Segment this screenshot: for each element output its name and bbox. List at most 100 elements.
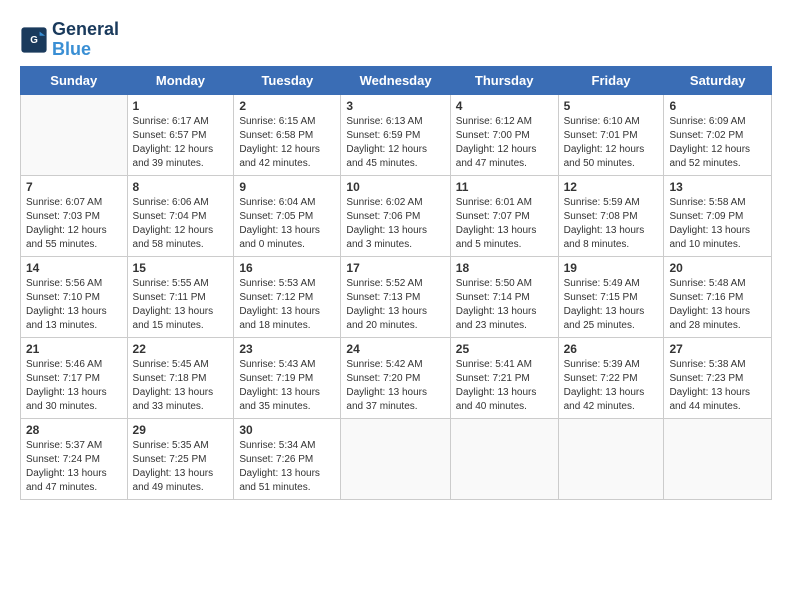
calendar-cell: 30 Sunrise: 5:34 AM Sunset: 7:26 PM Dayli… [234, 418, 341, 499]
week-row-4: 21 Sunrise: 5:46 AM Sunset: 7:17 PM Dayli… [21, 337, 772, 418]
calendar-cell [558, 418, 664, 499]
day-info: Sunrise: 6:04 AM Sunset: 7:05 PM Dayligh… [239, 196, 335, 252]
day-number: 4 [456, 99, 553, 113]
day-number: 12 [564, 180, 659, 194]
day-number: 6 [669, 99, 766, 113]
calendar-cell: 11 Sunrise: 6:01 AM Sunset: 7:07 PM Dayli… [450, 175, 558, 256]
day-number: 27 [669, 342, 766, 356]
calendar-cell [341, 418, 450, 499]
weekday-header-thursday: Thursday [450, 66, 558, 94]
day-info: Sunrise: 5:45 AM Sunset: 7:18 PM Dayligh… [133, 358, 229, 414]
calendar-cell: 15 Sunrise: 5:55 AM Sunset: 7:11 PM Dayli… [127, 256, 234, 337]
day-info: Sunrise: 5:53 AM Sunset: 7:12 PM Dayligh… [239, 277, 335, 333]
calendar-cell: 21 Sunrise: 5:46 AM Sunset: 7:17 PM Dayli… [21, 337, 128, 418]
calendar-cell: 3 Sunrise: 6:13 AM Sunset: 6:59 PM Daylig… [341, 94, 450, 175]
day-number: 11 [456, 180, 553, 194]
calendar-cell [450, 418, 558, 499]
calendar-cell: 26 Sunrise: 5:39 AM Sunset: 7:22 PM Dayli… [558, 337, 664, 418]
day-info: Sunrise: 5:46 AM Sunset: 7:17 PM Dayligh… [26, 358, 122, 414]
calendar-cell: 27Sunrise: 5:38 AM Sunset: 7:23 PM Dayli… [664, 337, 772, 418]
calendar-cell: 23 Sunrise: 5:43 AM Sunset: 7:19 PM Dayli… [234, 337, 341, 418]
calendar-cell: 22 Sunrise: 5:45 AM Sunset: 7:18 PM Dayli… [127, 337, 234, 418]
day-number: 5 [564, 99, 659, 113]
weekday-header-sunday: Sunday [21, 66, 128, 94]
day-number: 28 [26, 423, 122, 437]
day-info: Sunrise: 5:37 AM Sunset: 7:24 PM Dayligh… [26, 439, 122, 495]
day-info: Sunrise: 5:48 AM Sunset: 7:16 PM Dayligh… [669, 277, 766, 333]
week-row-3: 14 Sunrise: 5:56 AM Sunset: 7:10 PM Dayli… [21, 256, 772, 337]
calendar-cell: 17 Sunrise: 5:52 AM Sunset: 7:13 PM Dayli… [341, 256, 450, 337]
day-number: 21 [26, 342, 122, 356]
weekday-header-wednesday: Wednesday [341, 66, 450, 94]
calendar-cell: 5 Sunrise: 6:10 AM Sunset: 7:01 PM Daylig… [558, 94, 664, 175]
weekday-header-row: SundayMondayTuesdayWednesdayThursdayFrid… [21, 66, 772, 94]
calendar-cell: 20 Sunrise: 5:48 AM Sunset: 7:16 PM Dayli… [664, 256, 772, 337]
day-number: 2 [239, 99, 335, 113]
day-info: Sunrise: 6:06 AM Sunset: 7:04 PM Dayligh… [133, 196, 229, 252]
calendar-cell: 24 Sunrise: 5:42 AM Sunset: 7:20 PM Dayli… [341, 337, 450, 418]
weekday-header-monday: Monday [127, 66, 234, 94]
day-info: Sunrise: 5:58 AM Sunset: 7:09 PM Dayligh… [669, 196, 766, 252]
week-row-5: 28 Sunrise: 5:37 AM Sunset: 7:24 PM Dayli… [21, 418, 772, 499]
day-number: 26 [564, 342, 659, 356]
day-number: 8 [133, 180, 229, 194]
day-number: 24 [346, 342, 444, 356]
day-number: 3 [346, 99, 444, 113]
calendar-table: SundayMondayTuesdayWednesdayThursdayFrid… [20, 66, 772, 500]
day-info: Sunrise: 5:52 AM Sunset: 7:13 PM Dayligh… [346, 277, 444, 333]
calendar-cell: 1 Sunrise: 6:17 AM Sunset: 6:57 PM Daylig… [127, 94, 234, 175]
day-info: Sunrise: 6:12 AM Sunset: 7:00 PM Dayligh… [456, 115, 553, 171]
day-info: Sunrise: 6:17 AM Sunset: 6:57 PM Dayligh… [133, 115, 229, 171]
calendar-cell [21, 94, 128, 175]
day-info: Sunrise: 5:43 AM Sunset: 7:19 PM Dayligh… [239, 358, 335, 414]
day-number: 13 [669, 180, 766, 194]
day-number: 15 [133, 261, 229, 275]
calendar-cell: 19Sunrise: 5:49 AM Sunset: 7:15 PM Dayli… [558, 256, 664, 337]
day-number: 9 [239, 180, 335, 194]
day-number: 10 [346, 180, 444, 194]
calendar-cell: 14 Sunrise: 5:56 AM Sunset: 7:10 PM Dayli… [21, 256, 128, 337]
calendar-cell: 18 Sunrise: 5:50 AM Sunset: 7:14 PM Dayli… [450, 256, 558, 337]
day-info: Sunrise: 5:42 AM Sunset: 7:20 PM Dayligh… [346, 358, 444, 414]
day-info: Sunrise: 6:10 AM Sunset: 7:01 PM Dayligh… [564, 115, 659, 171]
calendar-cell: 8 Sunrise: 6:06 AM Sunset: 7:04 PM Daylig… [127, 175, 234, 256]
calendar-cell: 12 Sunrise: 5:59 AM Sunset: 7:08 PM Dayli… [558, 175, 664, 256]
calendar-cell: 6 Sunrise: 6:09 AM Sunset: 7:02 PM Daylig… [664, 94, 772, 175]
calendar-cell: 29Sunrise: 5:35 AM Sunset: 7:25 PM Dayli… [127, 418, 234, 499]
weekday-header-tuesday: Tuesday [234, 66, 341, 94]
day-number: 30 [239, 423, 335, 437]
day-info: Sunrise: 6:01 AM Sunset: 7:07 PM Dayligh… [456, 196, 553, 252]
logo-text: General Blue [52, 20, 119, 60]
day-info: Sunrise: 6:09 AM Sunset: 7:02 PM Dayligh… [669, 115, 766, 171]
day-info: Sunrise: 5:55 AM Sunset: 7:11 PM Dayligh… [133, 277, 229, 333]
day-number: 1 [133, 99, 229, 113]
weekday-header-saturday: Saturday [664, 66, 772, 94]
day-number: 14 [26, 261, 122, 275]
day-number: 7 [26, 180, 122, 194]
calendar-cell: 28 Sunrise: 5:37 AM Sunset: 7:24 PM Dayli… [21, 418, 128, 499]
day-info: Sunrise: 6:15 AM Sunset: 6:58 PM Dayligh… [239, 115, 335, 171]
weekday-header-friday: Friday [558, 66, 664, 94]
day-info: Sunrise: 5:56 AM Sunset: 7:10 PM Dayligh… [26, 277, 122, 333]
day-info: Sunrise: 5:34 AM Sunset: 7:26 PM Dayligh… [239, 439, 335, 495]
day-number: 18 [456, 261, 553, 275]
day-number: 22 [133, 342, 229, 356]
calendar-cell: 16Sunrise: 5:53 AM Sunset: 7:12 PM Dayli… [234, 256, 341, 337]
day-number: 23 [239, 342, 335, 356]
week-row-1: 1 Sunrise: 6:17 AM Sunset: 6:57 PM Daylig… [21, 94, 772, 175]
calendar-cell: 13 Sunrise: 5:58 AM Sunset: 7:09 PM Dayli… [664, 175, 772, 256]
day-info: Sunrise: 6:13 AM Sunset: 6:59 PM Dayligh… [346, 115, 444, 171]
day-info: Sunrise: 5:59 AM Sunset: 7:08 PM Dayligh… [564, 196, 659, 252]
calendar-cell: 9 Sunrise: 6:04 AM Sunset: 7:05 PM Daylig… [234, 175, 341, 256]
day-info: Sunrise: 6:02 AM Sunset: 7:06 PM Dayligh… [346, 196, 444, 252]
day-number: 20 [669, 261, 766, 275]
day-number: 17 [346, 261, 444, 275]
day-info: Sunrise: 5:35 AM Sunset: 7:25 PM Dayligh… [133, 439, 229, 495]
day-info: Sunrise: 5:39 AM Sunset: 7:22 PM Dayligh… [564, 358, 659, 414]
day-info: Sunrise: 5:49 AM Sunset: 7:15 PM Dayligh… [564, 277, 659, 333]
day-info: Sunrise: 5:41 AM Sunset: 7:21 PM Dayligh… [456, 358, 553, 414]
day-info: Sunrise: 5:50 AM Sunset: 7:14 PM Dayligh… [456, 277, 553, 333]
calendar-cell: 4 Sunrise: 6:12 AM Sunset: 7:00 PM Daylig… [450, 94, 558, 175]
day-number: 25 [456, 342, 553, 356]
week-row-2: 7Sunrise: 6:07 AM Sunset: 7:03 PM Daylig… [21, 175, 772, 256]
